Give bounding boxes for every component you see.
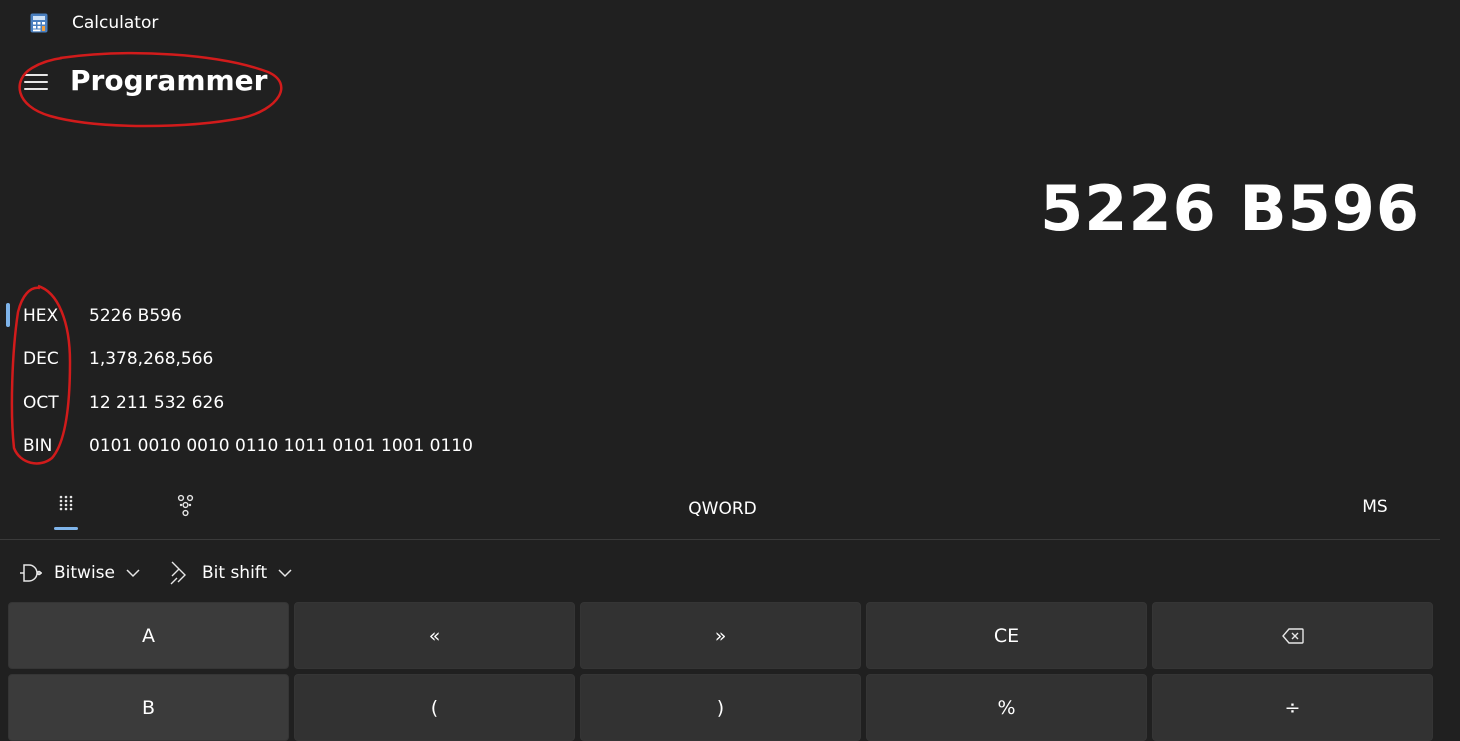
- backspace-icon: [1281, 627, 1304, 644]
- calculator-app-icon: [30, 13, 48, 33]
- radix-row-oct[interactable]: OCT 12 211 532 626: [0, 383, 700, 423]
- selected-indicator: [6, 303, 10, 327]
- radix-value: 12 211 532 626: [89, 393, 225, 413]
- radix-value: 5226 B596: [89, 306, 182, 326]
- close-paren-button[interactable]: ): [580, 674, 861, 741]
- bit-shift-icon: [170, 561, 186, 585]
- radix-value: 1,378,268,566: [89, 349, 214, 369]
- key-a[interactable]: A: [8, 602, 289, 669]
- radix-label: HEX: [23, 306, 59, 326]
- radix-label: OCT: [23, 393, 59, 413]
- backspace-button[interactable]: [1152, 602, 1433, 669]
- logic-gate-icon: [20, 564, 42, 582]
- bit-shift-dropdown[interactable]: Bit shift: [168, 555, 293, 591]
- radix-value: 0101 0010 0010 0110 1011 0101 1001 0110: [89, 436, 473, 456]
- key-b[interactable]: B: [8, 674, 289, 741]
- chevron-down-icon: [278, 569, 292, 578]
- bit-shift-label: Bit shift: [202, 563, 268, 583]
- mode-header: Programmer: [0, 56, 400, 116]
- radix-row-bin[interactable]: BIN 0101 0010 0010 0110 1011 0101 1001 0…: [0, 426, 700, 466]
- radix-row-hex[interactable]: HEX 5226 B596: [0, 296, 700, 336]
- radix-label: DEC: [23, 349, 59, 369]
- hamburger-icon[interactable]: [24, 74, 48, 92]
- bit-toggling-keypad-icon[interactable]: [168, 486, 204, 526]
- memory-store-button[interactable]: MS: [1345, 492, 1405, 522]
- modulo-button[interactable]: %: [866, 674, 1147, 741]
- bitwise-label: Bitwise: [54, 563, 115, 583]
- right-shift-button[interactable]: »: [580, 602, 861, 669]
- chevron-down-icon: [126, 569, 140, 578]
- divide-button[interactable]: ÷: [1152, 674, 1433, 741]
- left-shift-button[interactable]: «: [294, 602, 575, 669]
- operator-bar: Bitwise Bit shift: [0, 555, 600, 591]
- keypad-toolbar: QWORD MS: [0, 480, 1440, 540]
- result-display: 5226 B596: [1040, 172, 1420, 245]
- active-tab-underline: [54, 527, 78, 530]
- clear-entry-button[interactable]: CE: [866, 602, 1147, 669]
- radix-row-dec[interactable]: DEC 1,378,268,566: [0, 339, 700, 379]
- full-keypad-icon[interactable]: [48, 486, 84, 532]
- mode-title: Programmer: [70, 64, 268, 97]
- bitwise-dropdown[interactable]: Bitwise: [18, 555, 141, 591]
- window-title: Calculator: [72, 13, 159, 33]
- word-size-button[interactable]: QWORD: [640, 494, 805, 524]
- open-paren-button[interactable]: (: [294, 674, 575, 741]
- radix-label: BIN: [23, 436, 53, 456]
- title-bar: Calculator: [0, 0, 1460, 46]
